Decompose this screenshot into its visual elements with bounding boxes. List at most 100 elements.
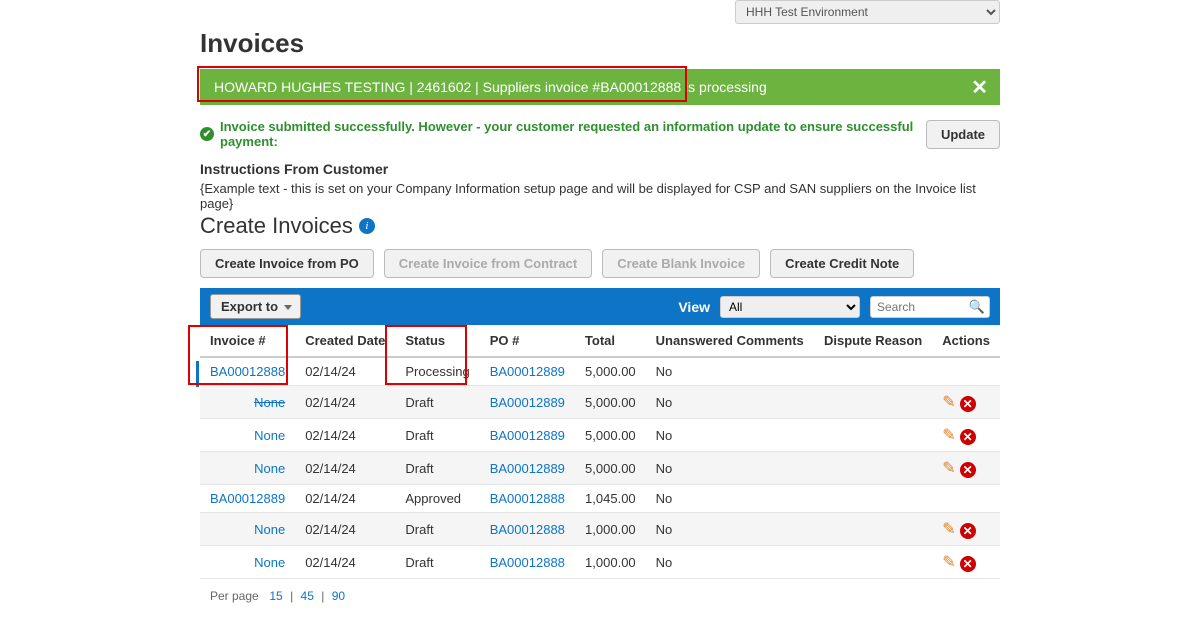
- status: Processing: [395, 357, 479, 386]
- update-button[interactable]: Update: [926, 120, 1000, 149]
- actions-cell: ✎✕: [932, 513, 1000, 546]
- dispute-reason: [814, 546, 932, 579]
- status: Draft: [395, 386, 479, 419]
- po-link[interactable]: BA00012889: [490, 461, 565, 476]
- edit-icon[interactable]: ✎: [942, 458, 955, 478]
- unanswered: No: [646, 386, 814, 419]
- instructions-heading: Instructions From Customer: [200, 161, 1000, 177]
- total: 1,000.00: [575, 513, 646, 546]
- col-unanswered[interactable]: Unanswered Comments: [646, 325, 814, 357]
- invoice-link[interactable]: BA00012888: [210, 364, 285, 379]
- search-input[interactable]: [870, 296, 990, 318]
- edit-icon[interactable]: ✎: [942, 552, 955, 572]
- delete-icon[interactable]: ✕: [960, 556, 976, 572]
- status: Draft: [395, 513, 479, 546]
- po-link[interactable]: BA00012889: [490, 395, 565, 410]
- per-page: Per page 15 | 45 | 90: [200, 589, 1000, 603]
- per-page-90[interactable]: 90: [332, 589, 345, 603]
- row-marker: [196, 361, 199, 387]
- invoice-link[interactable]: None: [254, 522, 285, 537]
- actions-cell: ✎✕: [932, 386, 1000, 419]
- invoice-link[interactable]: BA00012889: [210, 491, 285, 506]
- invoice-link[interactable]: None: [254, 461, 285, 476]
- per-page-15[interactable]: 15: [269, 589, 282, 603]
- created-date: 02/14/24: [295, 546, 395, 579]
- create-invoice-from-contract-button: Create Invoice from Contract: [384, 249, 592, 278]
- unanswered: No: [646, 513, 814, 546]
- unanswered: No: [646, 357, 814, 386]
- table-row: None02/14/24DraftBA000128895,000.00No✎✕: [200, 419, 1000, 452]
- created-date: 02/14/24: [295, 357, 395, 386]
- created-date: 02/14/24: [295, 419, 395, 452]
- delete-icon[interactable]: ✕: [960, 523, 976, 539]
- edit-icon[interactable]: ✎: [942, 425, 955, 445]
- delete-icon[interactable]: ✕: [960, 429, 976, 445]
- dispute-reason: [814, 357, 932, 386]
- invoice-link[interactable]: None: [254, 428, 285, 443]
- col-total[interactable]: Total: [575, 325, 646, 357]
- created-date: 02/14/24: [295, 386, 395, 419]
- environment-select[interactable]: HHH Test Environment: [735, 0, 1000, 24]
- view-select[interactable]: All: [720, 296, 860, 318]
- total: 1,000.00: [575, 546, 646, 579]
- delete-icon[interactable]: ✕: [960, 462, 976, 478]
- dispute-reason: [814, 513, 932, 546]
- banner-text: HOWARD HUGHES TESTING | 2461602 | Suppli…: [214, 79, 767, 95]
- table-row: None02/14/24DraftBA000128895,000.00No✎✕: [200, 452, 1000, 485]
- po-link[interactable]: BA00012889: [490, 364, 565, 379]
- close-icon[interactable]: ✕: [971, 75, 988, 100]
- export-to-button[interactable]: Export to: [210, 294, 301, 319]
- create-invoices-heading: Create Invoices i: [200, 213, 1000, 239]
- table-row: None02/14/24DraftBA000128895,000.00No✎✕: [200, 386, 1000, 419]
- created-date: 02/14/24: [295, 513, 395, 546]
- col-status[interactable]: Status: [395, 325, 479, 357]
- table-row: None02/14/24DraftBA000128881,000.00No✎✕: [200, 546, 1000, 579]
- po-link[interactable]: BA00012888: [490, 522, 565, 537]
- unanswered: No: [646, 485, 814, 513]
- status: Approved: [395, 485, 479, 513]
- success-message: ✔ Invoice submitted successfully. Howeve…: [200, 119, 918, 149]
- edit-icon[interactable]: ✎: [942, 392, 955, 412]
- dispute-reason: [814, 386, 932, 419]
- total: 5,000.00: [575, 452, 646, 485]
- invoices-table: Invoice # Created Date Status PO # Total…: [200, 325, 1000, 579]
- po-link[interactable]: BA00012888: [490, 555, 565, 570]
- view-label: View: [678, 299, 710, 315]
- table-row: None02/14/24DraftBA000128881,000.00No✎✕: [200, 513, 1000, 546]
- create-invoice-from-po-button[interactable]: Create Invoice from PO: [200, 249, 374, 278]
- info-icon[interactable]: i: [359, 218, 375, 234]
- table-toolbar: Export to View All 🔍: [200, 288, 1000, 325]
- dispute-reason: [814, 485, 932, 513]
- status: Draft: [395, 419, 479, 452]
- status: Draft: [395, 452, 479, 485]
- page-title: Invoices: [200, 28, 1000, 59]
- create-blank-invoice-button: Create Blank Invoice: [602, 249, 760, 278]
- col-po[interactable]: PO #: [480, 325, 575, 357]
- total: 5,000.00: [575, 419, 646, 452]
- delete-icon[interactable]: ✕: [960, 396, 976, 412]
- col-created[interactable]: Created Date: [295, 325, 395, 357]
- actions-cell: [932, 485, 1000, 513]
- per-page-45[interactable]: 45: [301, 589, 314, 603]
- total: 1,045.00: [575, 485, 646, 513]
- col-actions[interactable]: Actions: [932, 325, 1000, 357]
- actions-cell: ✎✕: [932, 452, 1000, 485]
- status-banner: HOWARD HUGHES TESTING | 2461602 | Suppli…: [200, 69, 1000, 105]
- actions-cell: ✎✕: [932, 546, 1000, 579]
- edit-icon[interactable]: ✎: [942, 519, 955, 539]
- col-dispute[interactable]: Dispute Reason: [814, 325, 932, 357]
- dispute-reason: [814, 452, 932, 485]
- col-invoice[interactable]: Invoice #: [200, 325, 295, 357]
- total: 5,000.00: [575, 357, 646, 386]
- create-credit-note-button[interactable]: Create Credit Note: [770, 249, 914, 278]
- po-link[interactable]: BA00012889: [490, 428, 565, 443]
- invoice-link[interactable]: None: [254, 555, 285, 570]
- actions-cell: ✎✕: [932, 419, 1000, 452]
- unanswered: No: [646, 452, 814, 485]
- po-link[interactable]: BA00012888: [490, 491, 565, 506]
- table-row: BA0001288902/14/24ApprovedBA000128881,04…: [200, 485, 1000, 513]
- invoice-link[interactable]: None: [254, 395, 285, 410]
- table-row: BA00012888 02/14/24Processing BA00012889 5,…: [200, 357, 1000, 386]
- dispute-reason: [814, 419, 932, 452]
- check-icon: ✔: [200, 127, 214, 141]
